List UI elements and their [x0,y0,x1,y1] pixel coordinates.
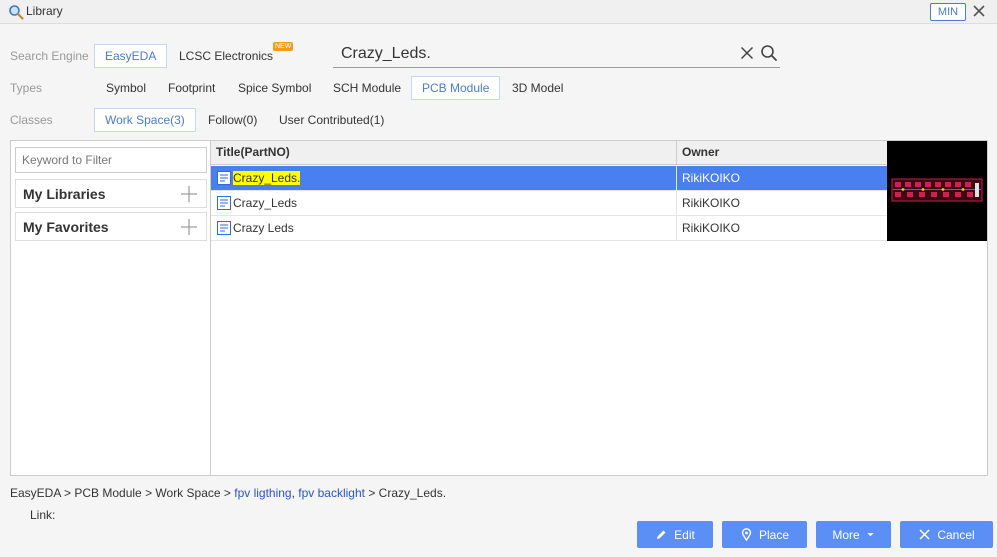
pencil-icon [657,530,666,539]
left-panel: My Libraries My Favorites [11,141,211,475]
new-badge: NEW [273,42,294,51]
more-label: More [832,527,860,542]
pcb-module-icon [217,171,231,185]
row-owner: RikiKOIKO [682,171,741,185]
clear-icon[interactable] [740,46,754,60]
type-option-spice-symbol[interactable]: Spice Symbol [227,76,322,100]
row-title: Crazy Leds [233,221,294,235]
pcb-module-icon [217,221,231,235]
edit-button[interactable]: Edit [637,521,713,548]
type-option-pcb-module[interactable]: PCB Module [411,76,501,100]
keyword-filter-input[interactable] [15,147,207,173]
row-title: Crazy_Leds. [233,171,301,185]
column-header-title[interactable]: Title(PartNO) [211,141,677,165]
my-favorites-item[interactable]: My Favorites [15,212,207,241]
search-input[interactable] [341,43,731,65]
cancel-label: Cancel [937,527,975,542]
window-title: Library [26,4,63,18]
search-icon [9,5,24,20]
breadcrumb-path: EasyEDA > PCB Module > Work Space > [10,486,235,500]
class-option-follow[interactable]: Follow(0) [197,108,268,132]
results-table: Title(PartNO) Owner Crazy_Leds. RikiKOIK… [211,141,887,475]
type-option-sch-module[interactable]: SCH Module [322,76,412,100]
close-icon[interactable] [972,4,986,18]
location-pin-icon [741,528,752,541]
breadcrumb-separator: > [364,486,379,500]
tag-link-fpv-ligthing[interactable]: fpv ligthing [234,486,291,500]
place-label: Place [758,527,790,542]
add-icon[interactable] [181,219,197,235]
engine-option-easyeda[interactable]: EasyEDA [94,44,168,68]
class-option-workspace[interactable]: Work Space(3) [94,108,196,132]
title-bar: Library MIN [0,0,997,24]
type-option-3d-model[interactable]: 3D Model [501,76,574,100]
table-row[interactable]: Crazy Leds RikiKOIKO [211,216,887,241]
breadcrumb: EasyEDA > PCB Module > Work Space > fpv … [10,486,446,500]
search-icon[interactable] [760,44,778,62]
place-button[interactable]: Place [722,521,807,548]
table-row[interactable]: Crazy_Leds. RikiKOIKO [211,166,887,191]
class-option-user-contributed[interactable]: User Contributed(1) [268,108,395,132]
pcb-preview-graphic [891,178,983,202]
library-panel: My Libraries My Favorites Title(PartNO) … [10,140,988,476]
table-row[interactable]: Crazy_Leds RikiKOIKO [211,191,887,216]
minimize-button[interactable]: MIN [930,3,966,21]
cancel-button[interactable]: Cancel [900,521,993,548]
edit-label: Edit [674,527,695,542]
pcb-module-icon [217,196,231,210]
search-box [333,41,780,68]
column-header-owner[interactable]: Owner [677,141,887,165]
link-label: Link: [30,508,56,522]
row-owner: RikiKOIKO [682,196,741,210]
close-icon [919,529,930,540]
my-libraries-item[interactable]: My Libraries [15,179,207,208]
more-button[interactable]: More [816,521,891,548]
type-option-symbol[interactable]: Symbol [95,76,157,100]
caret-down-icon [867,533,874,537]
search-engine-label: Search Engine [10,49,89,63]
row-title: Crazy_Leds [233,196,298,210]
add-icon[interactable] [181,186,197,202]
row-owner: RikiKOIKO [682,221,741,235]
type-option-footprint[interactable]: Footprint [157,76,226,100]
types-label: Types [10,81,43,95]
breadcrumb-current: Crazy_Leds. [378,486,447,500]
tag-link-fpv-backlight[interactable]: fpv backlight [298,486,365,500]
my-favorites-label: My Favorites [23,219,109,235]
pcb-preview-image [887,141,987,241]
my-libraries-label: My Libraries [23,186,106,202]
classes-label: Classes [10,113,53,127]
engine-option-lcsc[interactable]: LCSC Electronics [168,44,284,68]
